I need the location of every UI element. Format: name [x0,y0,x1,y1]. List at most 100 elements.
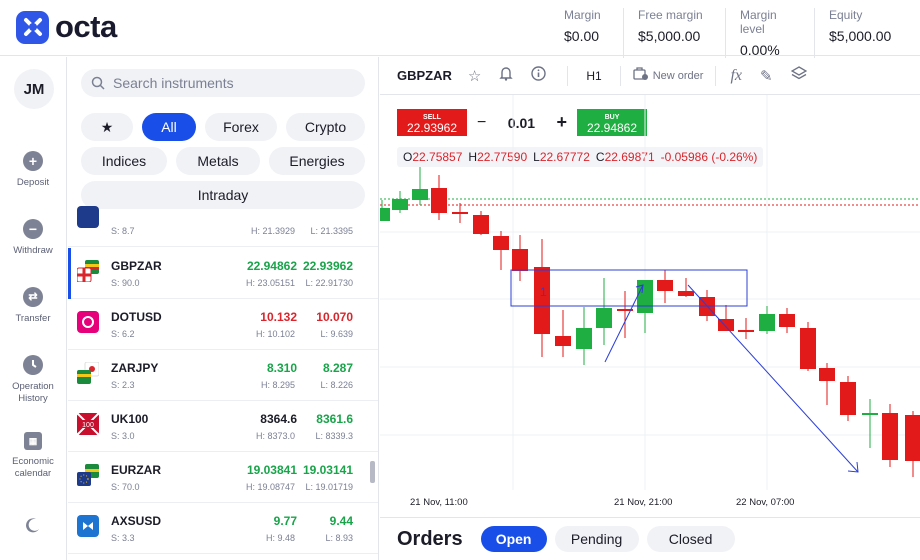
indicators-fx-icon[interactable]: fx [730,67,742,85]
instrument-spread: S: 2.3 [111,380,135,390]
instrument-spread: S: 90.0 [111,278,140,288]
tab-pending[interactable]: Pending [554,526,639,552]
toolbar-divider [715,65,717,86]
candlestick-chart[interactable]: 1 [380,95,920,490]
bell-icon[interactable] [499,66,514,85]
instrument-row-eurzar[interactable]: EURZAR S: 70.0 19.03841 19.03141 H: 19.0… [68,452,378,503]
filter-crypto[interactable]: Crypto [286,113,365,141]
candle-body [380,208,390,221]
candle-body [882,413,898,460]
instrument-spread: S: 6.2 [111,329,135,339]
account-stats: Margin $0.00 Free margin $5,000.00 Margi… [550,8,908,58]
search-box[interactable] [81,69,365,97]
favorite-star-icon[interactable]: ☆ [468,67,481,85]
chart-symbol[interactable]: GBPZAR [397,68,452,83]
uk100-icon: 100 [76,412,100,436]
instrument-low: L: 8.93 [325,533,353,543]
tab-closed[interactable]: Closed [646,526,735,552]
nav-label: Operation History [12,381,54,404]
search-input[interactable] [113,75,353,91]
candle-body [637,280,653,313]
axie-icon [77,515,99,537]
stat-margin: Margin $0.00 [550,8,623,58]
new-order-icon[interactable] [633,66,649,85]
stat-value: $5,000.00 [829,28,892,44]
nav-withdraw[interactable]: − Withdraw [0,219,66,257]
filter-energies[interactable]: Energies [269,147,365,175]
instrument-high: H: 10.102 [255,329,295,339]
candle-body [431,188,447,213]
tab-open[interactable]: Open [480,526,547,552]
instruments-panel: ★ All Forex Crypto Indices Metals Energi… [68,57,379,560]
zar-jpy-flag-icon [77,361,100,384]
octa-logo[interactable]: octa [16,9,117,45]
theme-toggle[interactable] [0,516,66,538]
instrument-spread: S: 8.7 [111,226,135,236]
candle-body [657,280,673,291]
filter-favorites[interactable]: ★ [81,113,133,141]
candle-body [534,267,550,334]
stat-equity: Equity $5,000.00 [814,8,908,58]
eu-flag-icon [77,206,99,228]
nav-label: Transfer [15,313,51,324]
instrument-high: H: 21.3929 [250,226,295,236]
info-icon[interactable] [531,66,547,85]
filter-forex[interactable]: Forex [205,113,277,141]
stat-value: $5,000.00 [638,28,701,44]
candle-body [819,368,835,381]
instrument-ask: 8.287 [322,361,353,375]
filter-all[interactable]: All [142,113,196,141]
filter-indices[interactable]: Indices [81,147,167,175]
instrument-ask: 22.93962 [302,259,353,273]
instrument-row[interactable]: S: 8.7 H: 21.3929 L: 21.3395 [68,196,378,247]
nav-label: Deposit [16,177,50,188]
instrument-high: H: 8373.0 [255,431,295,441]
nav-operation-history[interactable]: Operation History [0,355,66,405]
nav-transfer[interactable]: ⇄ Transfer [0,287,66,325]
candle-body [678,291,694,296]
clock-icon [23,355,43,375]
instrument-row-axsusd[interactable]: AXSUSD S: 3.3 9.77 9.44 H: 9.48 L: 8.93 [68,503,378,554]
instrument-low: L: 19.01719 [305,482,353,492]
stat-label: Margin level [740,8,777,36]
nav-deposit[interactable]: + Deposit [0,151,66,189]
time-label: 21 Nov, 11:00 [410,497,468,508]
candle-body [512,249,528,271]
instrument-row-zarjpy[interactable]: ZARJPY S: 2.3 8.310 8.287 H: 8.295 L: 8.… [68,350,378,401]
new-order-button[interactable]: New order [653,70,704,82]
transfer-icon: ⇄ [23,287,43,307]
instrument-ask: 9.44 [329,514,353,528]
nav-economic-calendar[interactable]: ▦ Economic calendar [0,432,66,480]
orders-bar: Orders Open Pending Closed [380,517,920,560]
instrument-spread: S: 3.3 [111,533,135,543]
instrument-low: L: 21.3395 [310,226,353,236]
instrument-symbol: GBPZAR [111,259,162,273]
stat-margin-level: Margin level 0.00% [725,8,814,58]
avatar[interactable]: JM [14,69,54,109]
gbp-zar-flag-icon [76,260,99,283]
pencil-icon[interactable]: ✎ [760,67,773,85]
stat-label: Free margin [638,8,703,22]
candle-body [905,415,920,461]
plus-circle-icon: + [23,151,43,171]
toolbar-divider [567,65,569,86]
list-scrollbar[interactable] [370,461,375,483]
instrument-row-gbpzar[interactable]: GBPZAR S: 90.0 22.94862 22.93962 H: 23.0… [68,248,378,299]
logo-mark-icon [16,10,49,44]
instrument-high: H: 23.05151 [245,278,295,288]
instrument-row-dotusd[interactable]: DOTUSD S: 6.2 10.132 10.070 H: 10.102 L:… [68,299,378,350]
candle-body [800,328,816,369]
chart-area: GBPZAR ☆ H1 New order fx ✎ SELL 22.93962… [380,57,920,560]
stat-value: $0.00 [564,28,600,44]
filter-metals[interactable]: Metals [176,147,260,175]
time-label: 22 Nov, 07:00 [736,497,795,508]
selected-indicator [68,248,71,299]
orders-title: Orders [397,527,463,550]
layers-icon[interactable] [790,66,807,85]
instrument-row-uk100[interactable]: 100 UK100 S: 3.0 8364.6 8361.6 H: 8373.0… [68,401,378,452]
instrument-bid: 22.94862 [246,259,297,273]
eur-zar-flag-icon [77,464,99,486]
timeframe-select[interactable]: H1 [586,69,601,83]
candle-body [576,328,592,349]
candle-body [493,236,509,250]
